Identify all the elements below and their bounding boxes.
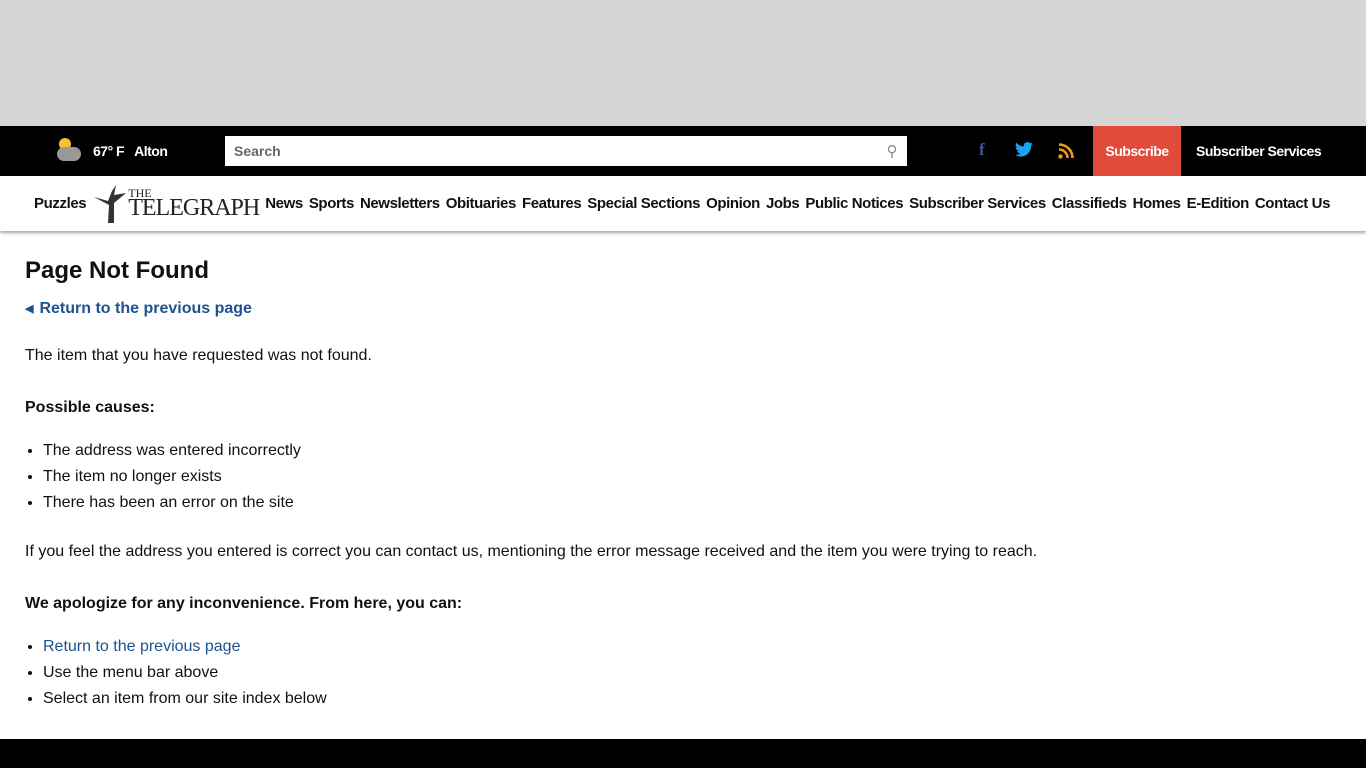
list-item: There has been an error on the site — [43, 490, 1341, 516]
nav-classifieds[interactable]: Classifieds — [1052, 195, 1127, 212]
search-box: ⚲ — [225, 136, 907, 166]
nav-features[interactable]: Features — [522, 195, 582, 212]
nav-contact-us[interactable]: Contact Us — [1255, 195, 1331, 212]
temperature: 67° F — [93, 143, 125, 159]
nav-newsletters[interactable]: Newsletters — [360, 195, 440, 212]
search-icon[interactable]: ⚲ — [877, 142, 907, 160]
nav-news[interactable]: News — [265, 195, 303, 212]
intro-text: The item that you have requested was not… — [25, 346, 372, 364]
ad-banner — [0, 0, 1366, 126]
partly-cloudy-icon — [55, 138, 83, 164]
top-bar: 67° F Alton ⚲ f Subscribe Subscriber Ser… — [0, 126, 1366, 176]
facebook-icon[interactable]: f — [979, 140, 985, 160]
main-content: Page Not Found ◀ Return to the previous p… — [0, 231, 1366, 738]
nav-public-notices[interactable]: Public Notices — [805, 195, 903, 212]
rss-icon[interactable] — [1058, 143, 1074, 164]
causes-heading: Possible causes: — [25, 398, 155, 416]
nav-e-edition[interactable]: E-Edition — [1187, 195, 1250, 212]
nav-subscriber-services[interactable]: Subscriber Services — [909, 195, 1046, 212]
return-previous-link[interactable]: ◀ Return to the previous page — [25, 300, 252, 318]
nav-jobs[interactable]: Jobs — [766, 195, 800, 212]
subscriber-services-link[interactable]: Subscriber Services — [1196, 126, 1322, 176]
footer — [0, 739, 1366, 768]
nav-puzzles[interactable]: Puzzles — [34, 195, 87, 212]
contact-text: If you feel the address you entered is c… — [25, 542, 1038, 560]
twitter-icon[interactable] — [1015, 142, 1033, 162]
list-item: Select an item from our site index below — [43, 686, 1341, 712]
page-title: Page Not Found — [25, 257, 209, 284]
nav-special-sections[interactable]: Special Sections — [587, 195, 700, 212]
list-item: The address was entered incorrectly — [43, 438, 1341, 464]
main-nav: Puzzles THE TELEGRAPH News Sports Newslet… — [0, 176, 1366, 231]
search-input[interactable] — [225, 136, 877, 166]
site-logo[interactable]: THE TELEGRAPH — [92, 183, 260, 225]
nav-homes[interactable]: Homes — [1133, 195, 1181, 212]
causes-list: The address was entered incorrectly The … — [25, 438, 1341, 516]
city: Alton — [134, 143, 168, 159]
return-previous-link-2[interactable]: Return to the previous page — [43, 638, 240, 655]
list-item: Use the menu bar above — [43, 660, 1341, 686]
caret-left-icon: ◀ — [25, 303, 34, 315]
list-item: The item no longer exists — [43, 464, 1341, 490]
nav-opinion[interactable]: Opinion — [706, 195, 760, 212]
apology-heading: We apologize for any inconvenience. From… — [25, 594, 463, 612]
subscribe-button[interactable]: Subscribe — [1093, 126, 1181, 176]
nav-obituaries[interactable]: Obituaries — [446, 195, 517, 212]
angel-statue-icon — [94, 184, 127, 223]
list-item: Return to the previous page — [43, 634, 1341, 660]
options-list: Return to the previous page Use the menu… — [25, 634, 1341, 712]
weather-widget[interactable]: 67° F Alton — [55, 138, 168, 164]
nav-sports[interactable]: Sports — [309, 195, 355, 212]
